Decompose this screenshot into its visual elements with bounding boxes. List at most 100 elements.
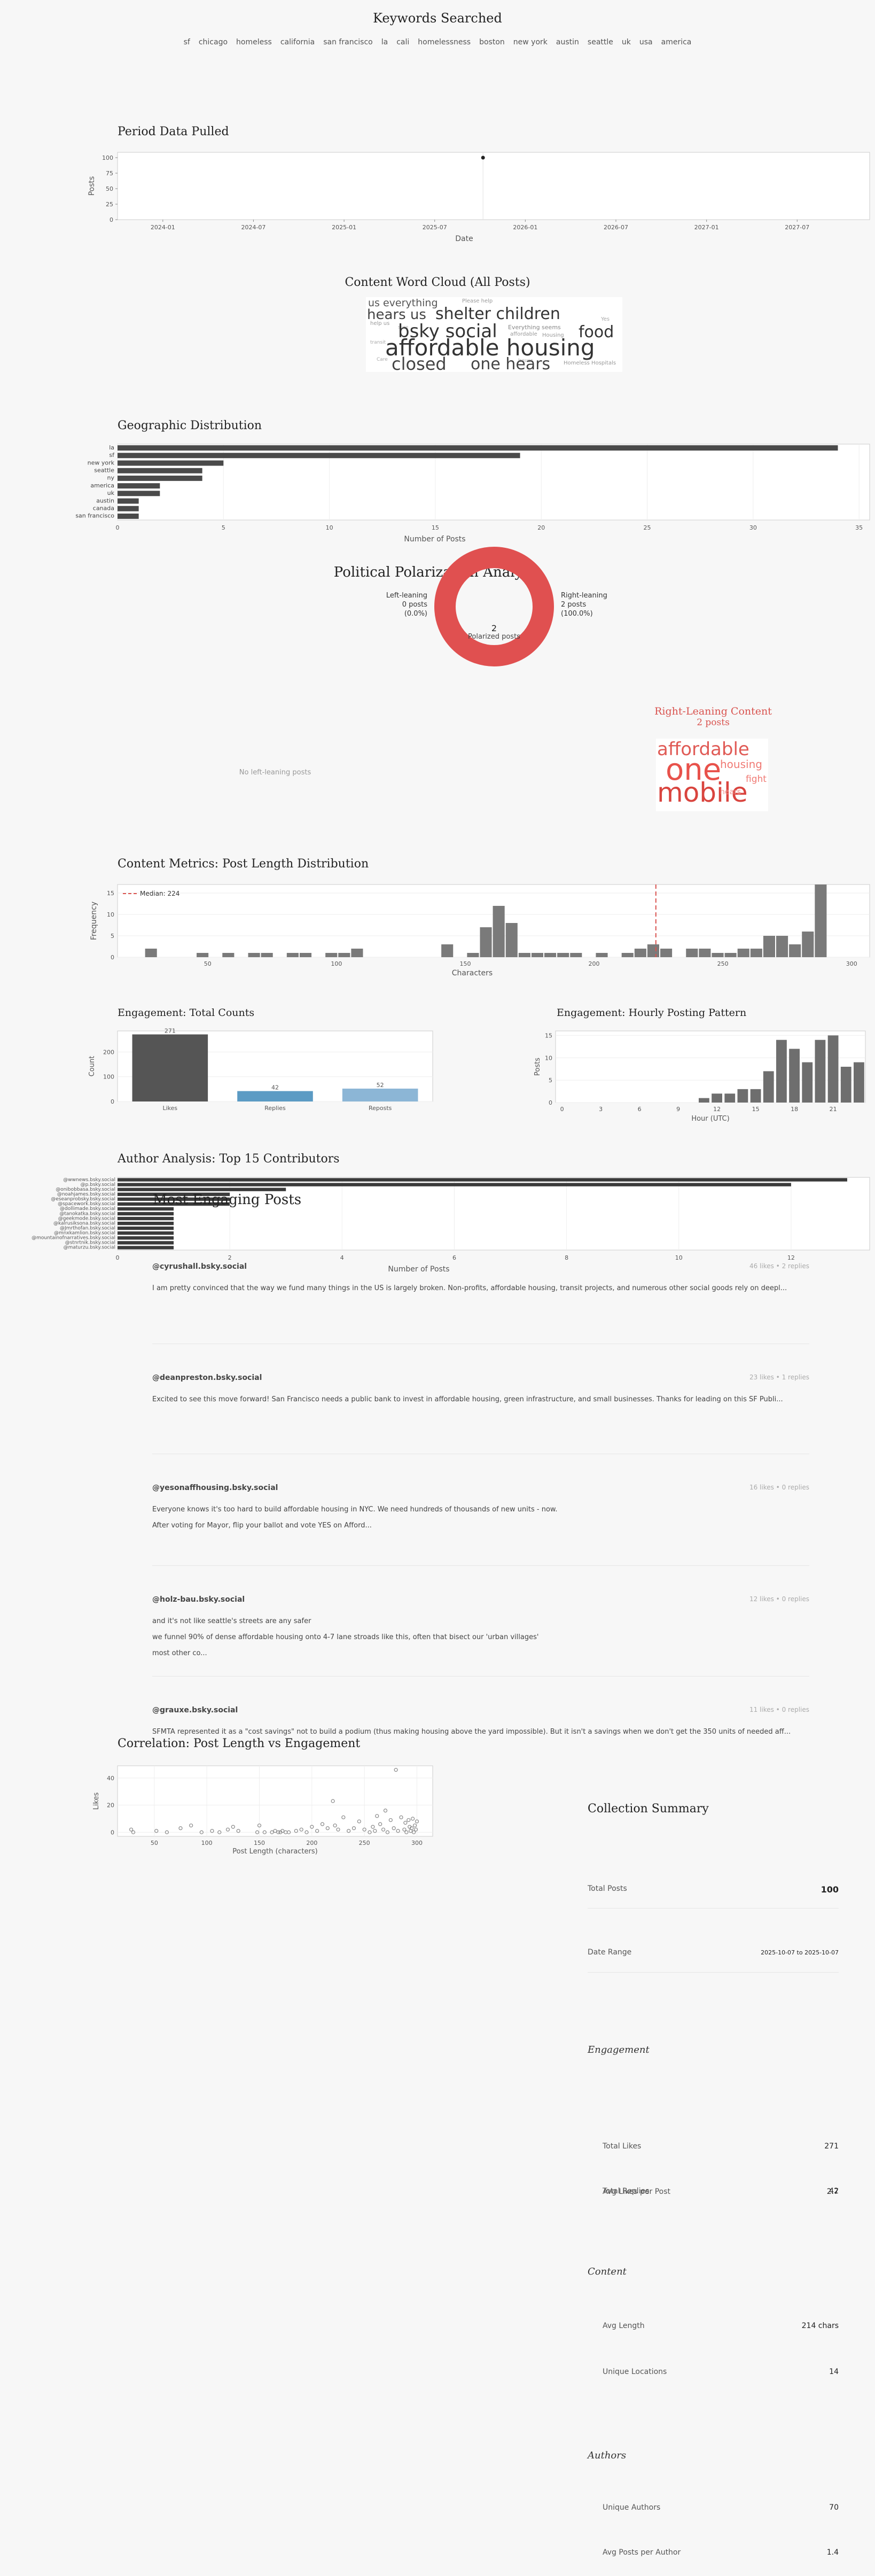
keyword-link[interactable]: chicago xyxy=(199,38,228,46)
y-axis-label: Count xyxy=(88,1056,96,1077)
period-title: Period Data Pulled xyxy=(118,125,229,138)
avg-posts-value: 1.4 xyxy=(826,2548,839,2557)
summary-label: Avg Posts per Author xyxy=(603,2548,681,2557)
post-author[interactable]: @deanpreston.bsky.social xyxy=(152,1374,809,1382)
bar xyxy=(118,498,139,504)
keyword-link[interactable]: usa xyxy=(639,38,653,46)
post-card[interactable]: @grauxe.bsky.social 11 likes • 0 replies S… xyxy=(152,1706,809,1740)
post-author[interactable]: @yesonaffhousing.bsky.social xyxy=(152,1484,809,1492)
hourly-title: Engagement: Hourly Posting Pattern xyxy=(557,1007,747,1019)
y-tick-label: 75 xyxy=(106,170,113,177)
post-stats: 11 likes • 0 replies xyxy=(749,1706,809,1713)
post-author[interactable]: @cyrushall.bsky.social xyxy=(152,1262,809,1271)
x-tick-label: 300 xyxy=(411,1840,423,1846)
x-axis-label: Post Length (characters) xyxy=(232,1848,317,1856)
post-author[interactable]: @grauxe.bsky.social xyxy=(152,1706,809,1714)
post-text: I am pretty convinced that the way we fu… xyxy=(152,1284,787,1292)
avg-length-value: 214 chars xyxy=(801,2322,839,2330)
keyword-link[interactable]: la xyxy=(381,38,388,46)
x-tick-label: 21 xyxy=(830,1106,837,1113)
x-tick-label: 12 xyxy=(713,1106,721,1113)
period-chart: 2024-01 2024-07 2025-01 2025-07 2026-01 2026-… xyxy=(88,152,870,243)
bar xyxy=(699,1098,709,1103)
y-tick-label: 5 xyxy=(111,933,114,940)
keyword-link[interactable]: homeless xyxy=(236,38,272,46)
keyword-link[interactable]: cali xyxy=(396,38,409,46)
word: Homeless Hospitals xyxy=(564,360,616,366)
post-divider xyxy=(152,1565,809,1566)
y-tick-label: austin xyxy=(96,497,114,504)
keyword-link[interactable]: new york xyxy=(513,38,548,46)
post-text: After voting for Mayor, flip your ballot… xyxy=(152,1522,372,1530)
histogram-bar xyxy=(557,953,569,957)
authors-heading: Authors xyxy=(588,2450,627,2461)
keyword-link[interactable]: america xyxy=(661,38,692,46)
histogram-bar xyxy=(145,949,157,957)
engagement-heading: Engagement xyxy=(588,2044,650,2055)
histogram-bar xyxy=(197,953,209,957)
bar xyxy=(118,445,838,451)
x-axis-label: Hour (UTC) xyxy=(691,1115,729,1123)
keyword-link[interactable]: seattle xyxy=(588,38,613,46)
totals-title: Engagement: Total Counts xyxy=(118,1007,255,1019)
y-tick-label: 0 xyxy=(111,1829,114,1836)
histogram-bar xyxy=(737,949,749,957)
y-tick-label: 10 xyxy=(107,911,114,918)
right-cloud-subtitle: 2 posts xyxy=(697,717,730,728)
post-stats: 23 likes • 1 replies xyxy=(749,1374,809,1381)
data-label: 42 xyxy=(271,1084,279,1091)
y-tick-label: 50 xyxy=(106,185,113,192)
left-label: Left-leaning xyxy=(386,592,427,600)
bar xyxy=(789,1049,800,1103)
summary-label: Avg Likes per Post xyxy=(603,2187,671,2196)
x-tick-label: 5 xyxy=(222,524,225,531)
bar xyxy=(342,1088,418,1101)
y-tick-label: 100 xyxy=(102,154,113,161)
keyword-link[interactable]: austin xyxy=(556,38,579,46)
keyword-link[interactable]: california xyxy=(280,38,315,46)
word: Everything seems xyxy=(508,324,561,331)
y-tick-label: new york xyxy=(88,459,115,466)
bar xyxy=(118,1183,791,1186)
bar xyxy=(118,491,160,496)
data-label: 271 xyxy=(165,1027,176,1034)
legend-label: Median: 224 xyxy=(140,890,179,897)
x-tick-label: 50 xyxy=(151,1840,158,1846)
bar xyxy=(118,475,202,481)
keyword-link[interactable]: homelessness xyxy=(418,38,471,46)
post-author[interactable]: @holz-bau.bsky.social xyxy=(152,1595,809,1604)
x-axis-label: Date xyxy=(455,235,473,243)
authors-title: Author Analysis: Top 15 Contributors xyxy=(118,1152,340,1166)
bar xyxy=(802,1062,813,1103)
histogram-bar xyxy=(686,949,698,957)
keyword-link[interactable]: uk xyxy=(622,38,631,46)
summary-label: Unique Locations xyxy=(603,2368,667,2376)
y-tick-label: 200 xyxy=(103,1049,114,1056)
x-tick-label: 0 xyxy=(116,524,120,531)
x-tick-label: 10 xyxy=(326,524,333,531)
keyword-link[interactable]: sf xyxy=(184,38,190,46)
geo-title: Geographic Distribution xyxy=(118,419,262,432)
post-card[interactable]: @cyrushall.bsky.social 46 likes • 2 repli… xyxy=(152,1262,809,1297)
y-tick-label: la xyxy=(109,444,114,451)
post-card[interactable]: @yesonaffhousing.bsky.social 16 likes • 0… xyxy=(152,1484,809,1534)
avg-likes-value: 2.7 xyxy=(826,2187,839,2196)
y-tick-label: 0 xyxy=(111,1098,114,1105)
x-tick-label: 2026-07 xyxy=(604,224,628,231)
post-text: most other co... xyxy=(152,1649,207,1657)
unique-locations-value: 14 xyxy=(829,2368,839,2376)
donut-center-label: Polarized posts xyxy=(468,633,520,641)
word: Please help xyxy=(462,298,493,304)
bar xyxy=(118,506,139,511)
word: transit xyxy=(370,340,386,345)
geo-chart: 0 5 10 15 20 25 30 35 lasfnew yorkseattlenyameri… xyxy=(75,444,870,544)
right-legend: Right-leaning 2 posts (100.0%) xyxy=(561,591,625,618)
keyword-link[interactable]: san francisco xyxy=(323,38,372,46)
summary-label: Total Posts xyxy=(588,1884,627,1893)
post-card[interactable]: @holz-bau.bsky.social 12 likes • 0 replie… xyxy=(152,1595,809,1662)
y-axis-label: Likes xyxy=(92,1792,100,1810)
keyword-link[interactable]: boston xyxy=(479,38,505,46)
bar xyxy=(118,468,202,474)
x-tick-label: 10 xyxy=(675,1254,683,1261)
post-card[interactable]: @deanpreston.bsky.social 23 likes • 1 rep… xyxy=(152,1374,809,1408)
